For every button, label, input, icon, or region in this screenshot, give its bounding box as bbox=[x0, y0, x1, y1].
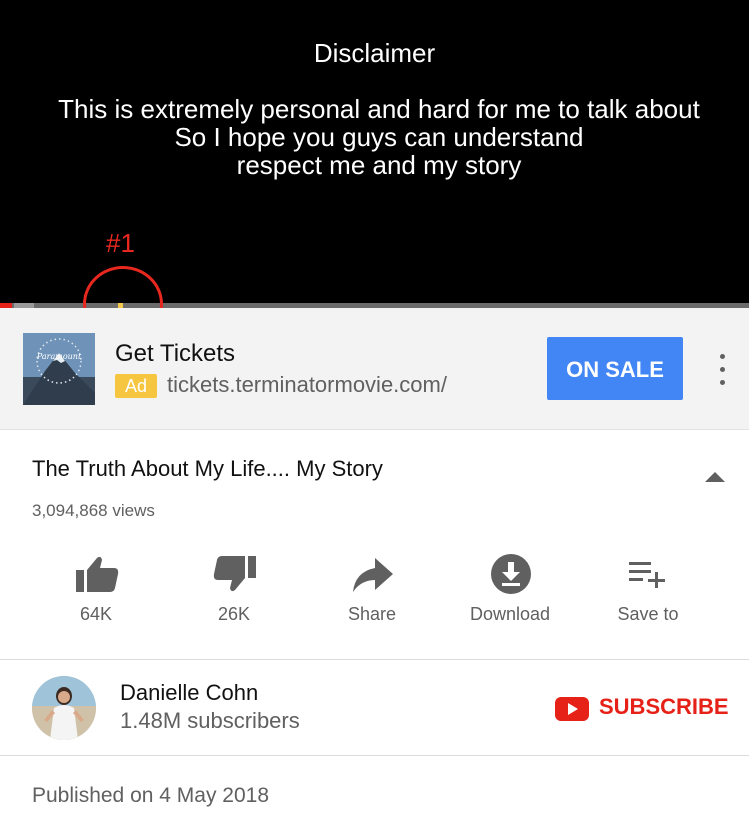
avatar[interactable] bbox=[32, 676, 96, 740]
disclaimer-line: This is extremely personal and hard for … bbox=[58, 94, 700, 124]
ad-badge: Ad bbox=[115, 374, 157, 398]
chevron-up-icon[interactable] bbox=[704, 470, 726, 484]
svg-text:Paramount: Paramount bbox=[36, 352, 82, 361]
divider bbox=[0, 755, 749, 756]
download-label: Download bbox=[469, 604, 551, 624]
video-player[interactable]: Disclaimer This is extremely personal an… bbox=[0, 0, 749, 306]
thumbs-up-icon bbox=[73, 550, 121, 598]
ad-title: Get Tickets bbox=[115, 340, 236, 367]
youtube-play-icon bbox=[555, 697, 589, 721]
ad-banner[interactable]: Paramount Get Tickets Ad tickets.termina… bbox=[0, 308, 749, 430]
view-count: 3,094,868 views bbox=[32, 501, 155, 520]
share-button[interactable]: Share bbox=[312, 546, 432, 634]
action-bar: 64K 26K Share Download Save to bbox=[0, 546, 749, 636]
save-to-button[interactable]: Save to bbox=[588, 546, 708, 634]
channel-name[interactable]: Danielle Cohn bbox=[120, 680, 258, 706]
on-sale-button[interactable]: ON SALE bbox=[547, 337, 683, 400]
subscriber-count: 1.48M subscribers bbox=[120, 708, 300, 733]
download-button[interactable]: Download bbox=[450, 546, 570, 634]
publish-date: Published on 4 May 2018 bbox=[32, 784, 269, 807]
video-title: The Truth About My Life.... My Story bbox=[32, 456, 383, 481]
subscribe-label: SUBSCRIBE bbox=[599, 694, 729, 719]
dislike-count: 26K bbox=[217, 604, 251, 624]
ad-url[interactable]: tickets.terminatormovie.com/ bbox=[167, 372, 447, 398]
disclaimer-title: Disclaimer bbox=[313, 38, 436, 68]
dislike-button[interactable]: 26K bbox=[174, 546, 294, 634]
share-label: Share bbox=[347, 604, 397, 624]
subscribe-button[interactable]: SUBSCRIBE bbox=[555, 690, 730, 726]
like-count: 64K bbox=[79, 604, 113, 624]
disclaimer-text: This is extremely personal and hard for … bbox=[0, 95, 749, 179]
more-vert-icon[interactable] bbox=[712, 350, 732, 390]
divider bbox=[0, 659, 749, 660]
playlist-add-icon bbox=[625, 550, 673, 598]
share-icon bbox=[349, 550, 397, 598]
paramount-logo-icon: Paramount bbox=[23, 333, 95, 405]
disclaimer-line: So I hope you guys can understand bbox=[174, 122, 584, 152]
annotation-label: #1 bbox=[106, 228, 135, 258]
download-icon bbox=[487, 550, 535, 598]
thumbs-down-icon bbox=[211, 550, 259, 598]
disclaimer-line: respect me and my story bbox=[236, 150, 522, 180]
like-button[interactable]: 64K bbox=[36, 546, 156, 634]
save-to-label: Save to bbox=[617, 604, 679, 624]
